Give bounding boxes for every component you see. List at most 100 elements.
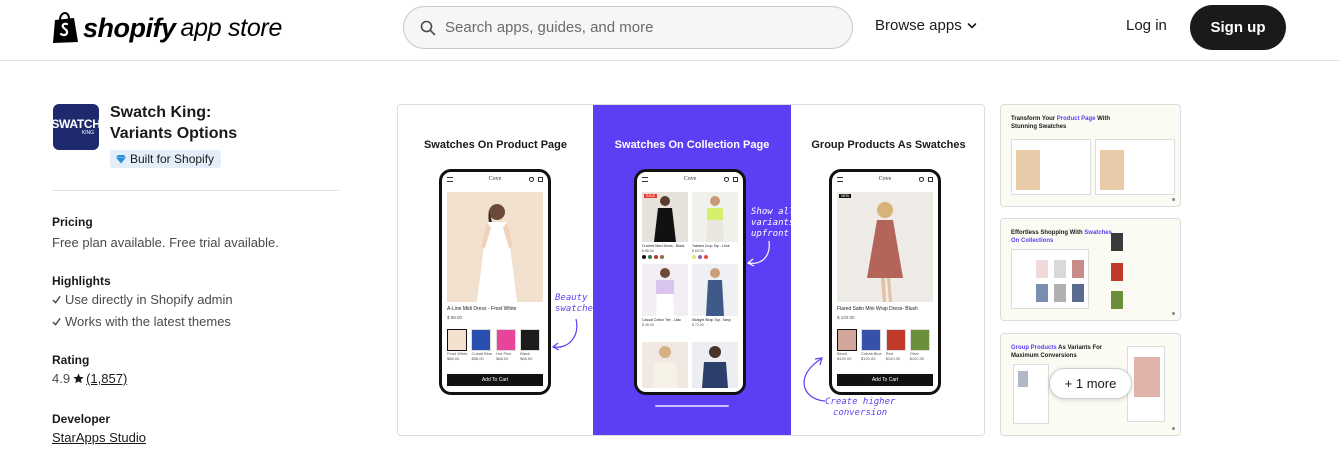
add-to-cart-label: Add To Cart [481,377,509,383]
product-name: Twisted Crop Top - Lime [692,244,730,248]
panel-title: Swatches On Product Page [423,139,568,151]
swatch-dots [642,255,664,259]
highlights-label: Highlights [52,274,111,288]
swatch-dot[interactable] [660,255,664,259]
product-name: A-Line Midi Dress - Frost White [447,306,517,312]
highlight-item: Works with the latest themes [52,314,231,329]
menu-icon [447,177,453,182]
product-name: Straight Wrap Top - Navy [692,318,731,322]
swatch-item[interactable]: Frost White $88.00 [447,329,467,361]
shopify-app-store-logo[interactable]: shopify app store [52,11,282,45]
dress-figure [867,202,903,302]
rating-count-link[interactable]: (1,857) [86,371,127,386]
mini-product-image [1111,263,1123,281]
rating-value: 4.9 [52,371,71,386]
main-screenshot[interactable]: Swatches On Product Page Cove A-Line Mid… [397,104,985,436]
thumbnail-dot [1172,312,1175,315]
thumbnail-title: Effortless Shopping With Swatches On Col… [1011,229,1121,245]
screenshot-thumbnail[interactable]: Transform Your Product Page With Stunnin… [1000,104,1181,207]
product-price: $ 72.00 [692,323,704,327]
login-link[interactable]: Log in [1126,17,1167,34]
add-to-cart-button[interactable]: Add To Cart [837,374,933,386]
top-figure [706,196,724,242]
add-to-cart-label: Add To Cart [871,377,899,383]
panel-collection-page: Swatches On Collection Page Cove SALE Cr… [593,105,795,435]
app-icon-subtext: KING [81,130,94,136]
pricing-label: Pricing [52,215,93,229]
tee-figure [656,268,674,316]
swatch-item[interactable]: Olive $120.00 [909,329,930,361]
swatch-item[interactable]: Cobalt Blue $120.00 [861,329,882,361]
add-to-cart-button[interactable]: Add To Cart [447,374,543,386]
mini-product-image [1072,284,1084,302]
mini-product-image [1100,150,1124,190]
badge-label: Built for Shopify [130,152,215,166]
swatch-dot[interactable] [654,255,658,259]
heart-icon [529,177,534,182]
new-tag: NEW [839,194,852,198]
sale-tag: SALE [644,194,657,198]
mini-product-card [1127,346,1165,422]
swatch-dots [692,255,708,259]
mini-product-image [1018,371,1028,387]
diamond-icon [116,155,126,164]
swatch-dot[interactable] [692,255,696,259]
search-icon [420,20,436,35]
swatch-price: $120.00 [885,356,901,361]
thumb-title-accent: Product Page [1056,116,1096,122]
check-icon [52,295,61,304]
search-input[interactable] [445,19,825,36]
chevron-down-icon [967,22,977,28]
swatch-dot[interactable] [648,255,652,259]
built-for-shopify-badge: Built for Shopify [110,150,222,168]
panel-product-page: Swatches On Product Page Cove A-Line Mid… [398,105,598,435]
product-price: $ 45.00 [642,323,654,327]
swatch-item[interactable]: Black $88.00 [520,329,541,361]
note-line: Show all [751,207,795,217]
developer-link[interactable]: StarApps Studio [52,430,146,445]
screenshot-thumbnail[interactable]: Effortless Shopping With Swatches On Col… [1000,218,1181,321]
browse-apps-button[interactable]: Browse apps [875,17,977,34]
store-name: Cove [683,176,697,182]
shopify-bag-icon [53,12,78,43]
highlight-text: Use directly in Shopify admin [65,292,233,307]
rating-row: 4.9 (1,857) [52,371,127,386]
app-icon-text: SWATCH [51,117,101,131]
product-image [837,192,933,302]
thumbnail-title: Transform Your Product Page With Stunnin… [1011,115,1121,131]
menu-icon [837,177,843,182]
jacket-figure [702,346,728,388]
logo-word: shopify [83,12,176,43]
developer-label: Developer [52,412,111,426]
check-icon [52,317,61,326]
swatch-item[interactable]: Hot Pink $88.00 [496,329,517,361]
search-bar[interactable] [403,6,853,49]
dress-figure [654,196,676,242]
store-name: Cove [878,176,892,182]
browse-apps-label: Browse apps [875,17,962,34]
swatch-row: Frost White $88.00 Cobalt Blue $88.00 Ho… [447,329,541,361]
thumbnail-title: Group Products As Variants For Maximum C… [1011,344,1121,360]
mini-product-image [1054,284,1066,302]
bag-icon [538,177,543,182]
product-image [692,342,738,388]
swatch-dot[interactable] [698,255,702,259]
phone-mockup: Cove SALE Crochet Maxi Dress - Black $ 8… [634,169,746,395]
note-line: conversion [833,408,888,418]
highlight-item: Use directly in Shopify admin [52,292,233,307]
app-title-line1: Swatch King: [110,104,212,121]
note-line: swatches [555,304,599,314]
sweater-figure [652,346,678,388]
swatch-item[interactable]: Red $120.00 [885,329,906,361]
product-image [642,342,688,388]
swatch-dot[interactable] [642,255,646,259]
mini-product-card [1011,249,1089,309]
swatch-item[interactable]: Cobalt Blue $88.00 [471,329,492,361]
thumb-title-part: Effortless Shopping With [1011,230,1085,236]
swatch-dot[interactable] [704,255,708,259]
store-name: Cove [488,176,502,182]
note-line: Beauty [555,293,588,303]
more-screenshots-button[interactable]: + 1 more [1049,368,1132,399]
product-image [642,192,688,242]
signup-button[interactable]: Sign up [1190,5,1286,50]
